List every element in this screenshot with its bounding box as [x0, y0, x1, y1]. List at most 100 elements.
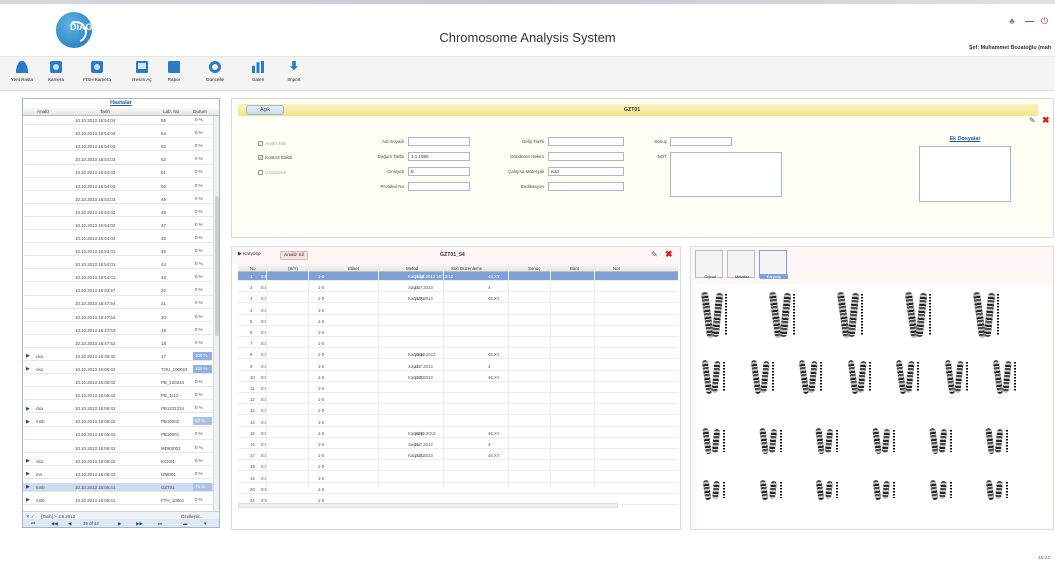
analysis-edit-icon[interactable]: ✎	[651, 250, 658, 259]
patient-row[interactable]: ▶ cka 10.10.2013 16:06:42 KCK01 0 %	[23, 457, 213, 466]
checked-checkbox[interactable]: ✓ Kontrol Edildi	[258, 155, 292, 161]
patient-row[interactable]: 10.10.2013 16:54:03 50 0 %	[23, 182, 213, 191]
close-icon[interactable]: ✖	[1042, 115, 1050, 126]
update-button[interactable]: Güncelle	[195, 60, 235, 88]
dropdown-icon[interactable]: ▼	[203, 521, 207, 526]
patient-row[interactable]: ▶ mnb 10.10.2013 16:06:42 PB10002 50 %	[23, 417, 213, 427]
patient-row[interactable]: 10.10.2013 16:06:42 PB_120234 0 %	[23, 378, 213, 388]
col-lab-no[interactable]: Lab. No	[163, 109, 179, 114]
patient-row[interactable]: 10.10.2013 16:47:52 18 0 %	[23, 339, 213, 348]
attachments-title[interactable]: Ek Dosyalar	[920, 136, 1010, 142]
patient-row[interactable]: 10.10.2013 16:47:54 21 0 %	[23, 299, 213, 309]
patient-row[interactable]: 10.10.2013 16:54:01 44 0 %	[23, 260, 213, 270]
analysis-row[interactable]: 5 0:0 1-0	[238, 317, 678, 326]
analysis-hscrollbar[interactable]	[238, 503, 618, 508]
analysis-row[interactable]: 12 0:0 1-0	[238, 395, 678, 405]
col-metod[interactable]: Metod	[406, 266, 418, 271]
open-tab[interactable]: Açık	[246, 105, 284, 115]
patient-row[interactable]: 10.10.2013 16:47:53 19 0 %	[23, 326, 213, 335]
indication-field[interactable]	[548, 182, 624, 191]
analysis-row[interactable]: 1 0:0 1-0 Karyotip 11.10.2013 10:12:12 46,XY	[238, 272, 678, 282]
patient-row[interactable]: 10.10.2013 16:54:03 49 0 %	[23, 195, 213, 204]
material-field[interactable]: Kan	[548, 167, 624, 176]
col-sonuc[interactable]: Sonuç	[528, 266, 540, 271]
name-field[interactable]	[408, 137, 470, 146]
col-bant[interactable]: Bant	[570, 266, 579, 271]
col-not[interactable]: Not	[613, 266, 620, 271]
analysis-row[interactable]: 7 0:0 1-0	[238, 339, 678, 349]
analysis-row[interactable]: 16 0:0 1-0 Sayım 11.7.2013 4	[238, 440, 678, 450]
analysis-row[interactable]: 14 0:0 1-0	[238, 418, 678, 427]
analysis-row[interactable]: 8 0:0 1-0 Karyotip 10.10.2013 46,XY	[238, 350, 678, 360]
patient-row[interactable]: 10.10.2013 16:54:04 54 0 %	[23, 129, 213, 139]
patient-row[interactable]: 10.10.2013 16:06:42 PB10001 0 %	[23, 430, 213, 440]
original-thumb[interactable]: Orjinal	[695, 250, 723, 279]
patient-list-title[interactable]: Hastalar	[23, 99, 219, 108]
analysis-row[interactable]: 17 0:0 1-0 Karyotip 11.7.2013 46,XY	[238, 451, 678, 461]
gallery-button[interactable]: Galeri	[238, 60, 278, 88]
fish-camera-button[interactable]: FISH Kamera	[77, 60, 117, 88]
delete-analysis-tab[interactable]: Analiz Sil	[280, 251, 308, 260]
patient-row[interactable]: 10.10.2013 16:54:03 51 0 %	[23, 168, 213, 178]
patient-row[interactable]: ▶ mnb 10.10.2013 16:06:41 FTH_10001 0 %	[23, 496, 213, 506]
patient-row[interactable]: ▶ cka 10.10.2013 16:06:42 TOU_100023 100 %	[23, 364, 213, 375]
patient-row[interactable]: 10.10.2013 16:06:42 PB_1112 0 %	[23, 391, 213, 401]
analysis-done-checkbox[interactable]: ✓ Analiz Bitti	[258, 141, 286, 147]
col-tarih[interactable]: Tarih	[100, 109, 110, 114]
col-etiket[interactable]: Etiket	[348, 266, 359, 271]
import-button[interactable]: Import	[274, 60, 314, 88]
patient-row[interactable]: ▶ cka 10.10.2013 16:06:42 PB1231234 0 %	[23, 404, 213, 414]
patient-row[interactable]: 10.10.2013 16:54:03 53 0 %	[23, 142, 213, 152]
save-icon[interactable]: ▬	[183, 521, 187, 526]
analysis-row[interactable]: 2 0:0 1-0 Sayım 11.7.2013 4	[238, 283, 678, 293]
referring-doctor-field[interactable]	[548, 152, 624, 161]
analysis-close-icon[interactable]: ✖	[665, 249, 673, 260]
patient-row[interactable]: 10.10.2013 16:54:01 43 0 %	[23, 273, 213, 283]
camera-button[interactable]: Kamera	[36, 60, 76, 88]
next-icon[interactable]: ▶	[118, 521, 121, 527]
col-durum[interactable]: Durum	[193, 109, 207, 114]
edit-icon[interactable]: ✎	[1029, 116, 1036, 125]
note-field[interactable]	[670, 152, 782, 197]
patient-row[interactable]: 10.10.2013 16:54:01 45 0 %	[23, 247, 213, 257]
patient-row[interactable]: 10.10.2013 16:54:02 46 0 %	[23, 234, 213, 244]
analysis-row[interactable]: 6 0:0 1-0	[238, 328, 678, 338]
gender-field[interactable]: E	[408, 167, 470, 176]
first-page-icon[interactable]: ⏮	[31, 521, 35, 526]
karyotype-tab[interactable]: ▶ Karyotip	[238, 252, 261, 257]
patient-row[interactable]: 10.10.2013 16:54:02 47 0 %	[23, 221, 213, 231]
prev-icon[interactable]: ◀	[68, 521, 71, 527]
patient-row[interactable]: ▶ mn 10.10.2013 16:06:42 IZM001 0 %	[23, 470, 213, 479]
patient-list-scrollbar[interactable]	[213, 116, 219, 511]
analysis-row[interactable]: 4 0:0 1-0	[238, 306, 678, 315]
patient-row[interactable]: 10.10.2013 16:54:04 55 0 %	[23, 116, 213, 126]
report-button[interactable]: Rapor	[154, 60, 194, 88]
analysis-row[interactable]: 11 0:0 1-0	[238, 384, 678, 394]
patient-row[interactable]: 10.10.2013 16:47:54 20 0 %	[23, 313, 213, 322]
metaphase-thumb[interactable]: Metafaz	[727, 250, 755, 279]
result-field[interactable]	[670, 137, 732, 146]
filter-text[interactable]: [Tarih] > 1.6.2013	[41, 514, 75, 519]
patient-row[interactable]: ▶ mnb 10.10.2013 16:06:41 GZT01 75 %	[23, 482, 213, 493]
karyotype-thumb[interactable]: Karyotip	[759, 250, 788, 279]
analysis-row[interactable]: 3 0:0 1-0 Karyotip 11.7.2013 46,XY	[238, 294, 678, 304]
patient-row[interactable]: 10.10.2013 16:54:02 48 0 %	[23, 208, 213, 217]
user-settings-icon[interactable]: ♣	[1009, 16, 1015, 26]
analysis-row[interactable]: 13 0:0 1-0	[238, 406, 678, 416]
minimize-icon[interactable]: —	[1025, 16, 1034, 26]
arrival-date-field[interactable]	[548, 137, 624, 146]
customize-button[interactable]: Özelleştir...	[181, 514, 203, 519]
next-page-icon[interactable]: ▶▶	[136, 521, 143, 527]
analysis-row[interactable]: 9 0:0 1-0 Sayım 11.7.2013 4	[238, 362, 678, 371]
last-page-icon[interactable]: ⏭	[158, 521, 162, 526]
col-no[interactable]: No	[250, 266, 256, 271]
analysis-row[interactable]: 20 0:0 1-0	[238, 485, 678, 494]
analysis-row[interactable]: 18 0:0 1-0	[238, 462, 678, 472]
analysis-row[interactable]: 10 0:0 1-0 Karyotip 11.7.2013 46,XY	[238, 373, 678, 382]
patient-row[interactable]: ▶ cka 10.10.2013 16:30:32 17 100 %	[23, 351, 213, 362]
prev-page-icon[interactable]: ◀◀	[51, 521, 58, 527]
approved-checkbox[interactable]: Onaylandı	[258, 170, 286, 176]
col-son-duzenleme[interactable]: Son Düzenleme	[451, 266, 482, 271]
col-analiz[interactable]: Analiz	[37, 109, 50, 114]
analysis-row[interactable]: 19 0:0 1-0	[238, 474, 678, 483]
